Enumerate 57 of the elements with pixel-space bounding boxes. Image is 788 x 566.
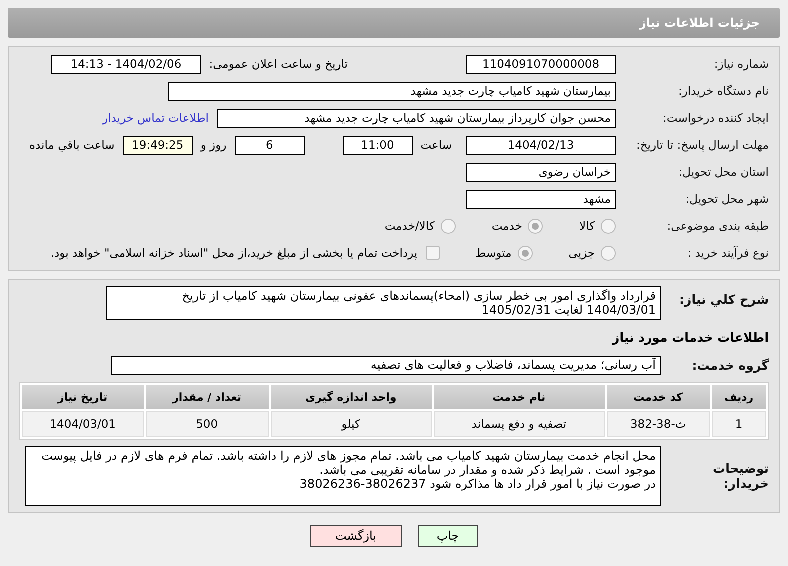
- radio-button[interactable]: [528, 218, 544, 234]
- field-label: طبقه بندی موضوعی:: [666, 219, 769, 233]
- province-field: خراسان رضوی: [466, 162, 616, 182]
- column-header: تاریخ نیاز: [22, 385, 144, 409]
- creator-field: محسن جوان کارپرداز بیمارستان شهید کامیاب چارت جدید مشهد: [217, 108, 616, 128]
- column-header: ردیف: [712, 385, 766, 409]
- contact-link[interactable]: اطلاعات تماس خریدار: [102, 111, 209, 125]
- field-label: نوع فرآیند خرید :: [686, 246, 769, 260]
- field-label: تاریخ و ساعت اعلان عمومی:: [209, 57, 348, 71]
- field-label: ساعت باقي مانده: [30, 138, 115, 152]
- radio-button[interactable]: [518, 246, 533, 260]
- radio-button[interactable]: [440, 218, 456, 234]
- description-box: قرارداد واگذاری امور بی خطر سازی (امحاء)پسماندهای عفونی بیمارستان شهید کامیاب از تاریخ 1404/03/01 لغایت 1405/02/31: [106, 286, 661, 320]
- column-header: تعداد / مقدار: [146, 385, 268, 409]
- back-button[interactable]: بازگشت: [310, 525, 402, 547]
- field-label: توضیحات خریدار:: [712, 461, 769, 491]
- option-label: کالا/خدمت: [384, 219, 435, 233]
- field-label: نام دستگاه خریدار:: [677, 84, 769, 98]
- table-cell: 1404/03/01: [22, 411, 144, 437]
- page-header: جزئیات اطلاعات نیاز: [8, 8, 780, 38]
- field-label: ایجاد کننده درخواست:: [662, 111, 769, 125]
- field-label: مهلت ارسال پاسخ: تا تاریخ:: [635, 138, 769, 152]
- table-cell: تصفیه و دفع پسماند: [434, 411, 605, 437]
- remaining-time-field: 19:49:25: [122, 136, 193, 154]
- need-number-field: 1104091070000008: [466, 54, 616, 74]
- field-label: ساعت: [420, 138, 452, 152]
- city-field: مشهد: [466, 190, 616, 208]
- field-label: شماره نیاز:: [713, 57, 769, 71]
- radio-button[interactable]: [601, 218, 616, 234]
- column-header: نام خدمت: [434, 385, 605, 409]
- option-label: متوسط: [476, 246, 512, 260]
- checkbox[interactable]: [426, 246, 440, 260]
- field-label: شهر محل تحویل:: [684, 192, 769, 206]
- field-label: استان محل تحویل:: [678, 165, 769, 179]
- announce-date-field: 1404/02/06 - 14:13: [51, 54, 202, 74]
- table-cell: 1: [712, 411, 766, 437]
- print-button[interactable]: چاپ: [418, 525, 478, 547]
- column-header: واحد اندازه گیری: [270, 385, 432, 409]
- option-label: کالا: [579, 219, 595, 233]
- table-cell: 500: [146, 411, 268, 437]
- buyer-notes-box: محل انجام خدمت بیمارستان شهید کامیاب می باشد. تمام مجوز های لازم را داشته باشد. تمام فرم های لازم در فایل پیوست موجود است . شرایط ذکر شده و مقدار در سامانه تقریبی می باشد. در صورت نیاز با امور قرار داد ها مذاکره شود 38026237-38026236: [25, 446, 661, 506]
- field-label: گروه خدمت:: [691, 358, 769, 372]
- field-label: شرح کلي نياز:: [678, 291, 769, 307]
- deadline-time-field: 11:00: [342, 136, 413, 154]
- option-label: جزیی: [568, 246, 595, 260]
- column-header: کد خدمت: [606, 385, 710, 409]
- days-field: 6: [234, 136, 305, 154]
- option-label: خدمت: [492, 219, 522, 233]
- service-group-field: آب رسانی؛ مدیریت پسماند، فاضلاب و فعالیت های تصفیه: [111, 356, 661, 374]
- field-label: روز و: [200, 138, 227, 152]
- deadline-date-field: 1404/02/13: [466, 136, 616, 154]
- radio-button[interactable]: [601, 246, 616, 260]
- payment-note: پرداخت تمام یا بخشی از مبلغ خرید،از محل "اسناد خزانه اسلامی" خواهد بود.: [50, 246, 418, 260]
- buyer-field: بیمارستان شهید کامیاب چارت جدید مشهد: [168, 82, 616, 100]
- table-cell: کیلو: [270, 411, 432, 437]
- section-heading: اطلاعات خدمات مورد نیاز: [612, 330, 769, 344]
- table-cell: ث-38-382: [606, 411, 710, 437]
